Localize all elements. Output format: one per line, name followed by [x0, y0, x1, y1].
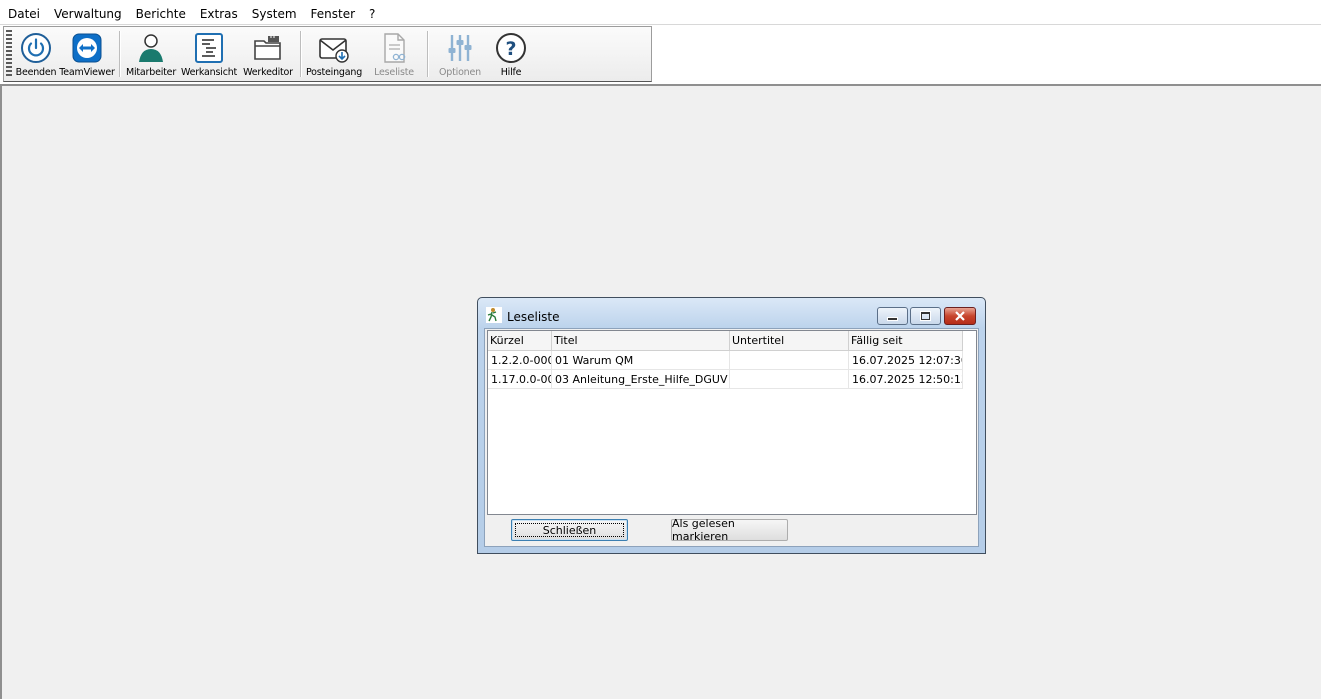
menu-berichte[interactable]: Berichte	[129, 4, 193, 24]
restore-button[interactable]	[910, 307, 941, 325]
werkansicht-label: Werkansicht	[180, 67, 238, 78]
dialog-titlebar[interactable]: Leseliste	[478, 298, 985, 329]
schliessen-button[interactable]: Schließen	[511, 519, 628, 541]
svg-text:?: ?	[505, 38, 516, 60]
cell-untertitel	[729, 369, 849, 389]
cell-titel: 01 Warum QM	[551, 350, 730, 370]
teamviewer-button[interactable]: TeamViewer	[58, 27, 116, 81]
user-icon	[139, 34, 163, 62]
hilfe-button[interactable]: ? Hilfe	[489, 27, 533, 81]
leseliste-label: Leseliste	[374, 67, 414, 78]
werkeditor-button[interactable]: Werkeditor	[239, 27, 297, 81]
werkeditor-label: Werkeditor	[243, 67, 293, 78]
app-icon	[486, 307, 502, 323]
cell-faellig: 16.07.2025 12:50:13	[848, 369, 963, 389]
grid: Kürzel Titel Untertitel Fällig seit 1.2.…	[488, 331, 963, 389]
power-icon	[21, 33, 51, 63]
teamviewer-label: TeamViewer	[59, 67, 115, 78]
close-window-button[interactable]	[944, 307, 976, 325]
toolbar-separator	[427, 31, 428, 77]
beenden-label: Beenden	[15, 67, 57, 78]
table-row[interactable]: 1.2.2.0-0000 01 Warum QM 16.07.2025 12:0…	[488, 350, 963, 370]
cell-titel: 03 Anleitung_Erste_Hilfe_DGUV	[551, 369, 730, 389]
close-icon	[955, 311, 965, 321]
cell-faellig: 16.07.2025 12:07:30	[848, 350, 963, 370]
leseliste-dialog: Leseliste Kürzel Titel Untertitel Fällig…	[477, 297, 986, 554]
cell-kuerzel: 1.2.2.0-0000	[488, 350, 552, 370]
mark-as-read-button[interactable]: Als gelesen markieren	[671, 517, 788, 543]
beenden-button[interactable]: Beenden	[14, 27, 58, 81]
menu-bar: Datei Verwaltung Berichte Extras System …	[0, 4, 1321, 25]
table-row[interactable]: 1.17.0.0-000 03 Anleitung_Erste_Hilfe_DG…	[488, 369, 963, 389]
toolbar-separator	[300, 31, 301, 77]
werkansicht-button[interactable]: Werkansicht	[179, 27, 239, 81]
optionen-button[interactable]: Optionen	[431, 27, 489, 81]
cell-untertitel	[729, 350, 849, 370]
menu-fenster[interactable]: Fenster	[304, 4, 363, 24]
reading-list-icon	[384, 33, 406, 63]
column-header-untertitel[interactable]: Untertitel	[729, 331, 849, 351]
dialog-client-area: Kürzel Titel Untertitel Fällig seit 1.2.…	[484, 328, 979, 547]
teamviewer-icon	[72, 33, 102, 63]
leseliste-button[interactable]: Leseliste	[364, 27, 424, 81]
mitarbeiter-label: Mitarbeiter	[125, 67, 177, 78]
menu-system[interactable]: System	[245, 4, 304, 24]
toolbar-grip[interactable]	[6, 30, 12, 78]
reading-list-table[interactable]: Kürzel Titel Untertitel Fällig seit 1.2.…	[487, 330, 977, 515]
restore-icon	[920, 311, 931, 321]
menu-help[interactable]: ?	[362, 4, 382, 24]
posteingang-button[interactable]: Posteingang	[304, 27, 364, 81]
column-header-faellig[interactable]: Fällig seit	[848, 331, 963, 351]
mail-inbox-icon	[319, 38, 349, 63]
document-list-icon	[195, 33, 223, 63]
sliders-icon	[448, 35, 472, 61]
column-header-kuerzel[interactable]: Kürzel	[488, 331, 552, 351]
column-header-titel[interactable]: Titel	[551, 331, 730, 351]
header-row: Kürzel Titel Untertitel Fällig seit	[488, 331, 963, 351]
menu-datei[interactable]: Datei	[0, 4, 47, 24]
toolbar-separator	[119, 31, 120, 77]
dialog-title: Leseliste	[507, 310, 560, 324]
posteingang-label: Posteingang	[305, 67, 363, 78]
cell-kuerzel: 1.17.0.0-000	[488, 369, 552, 389]
folder-edit-icon	[254, 36, 281, 60]
menu-verwaltung[interactable]: Verwaltung	[47, 4, 129, 24]
help-icon: ?	[496, 33, 526, 63]
toolbar: Beenden TeamViewer Mitarbeiter Werkansic…	[3, 26, 652, 82]
optionen-label: Optionen	[439, 67, 481, 78]
menu-extras[interactable]: Extras	[193, 4, 245, 24]
minimize-button[interactable]	[877, 307, 908, 325]
hilfe-label: Hilfe	[500, 67, 522, 78]
minimize-icon	[887, 316, 898, 321]
mitarbeiter-button[interactable]: Mitarbeiter	[123, 27, 179, 81]
